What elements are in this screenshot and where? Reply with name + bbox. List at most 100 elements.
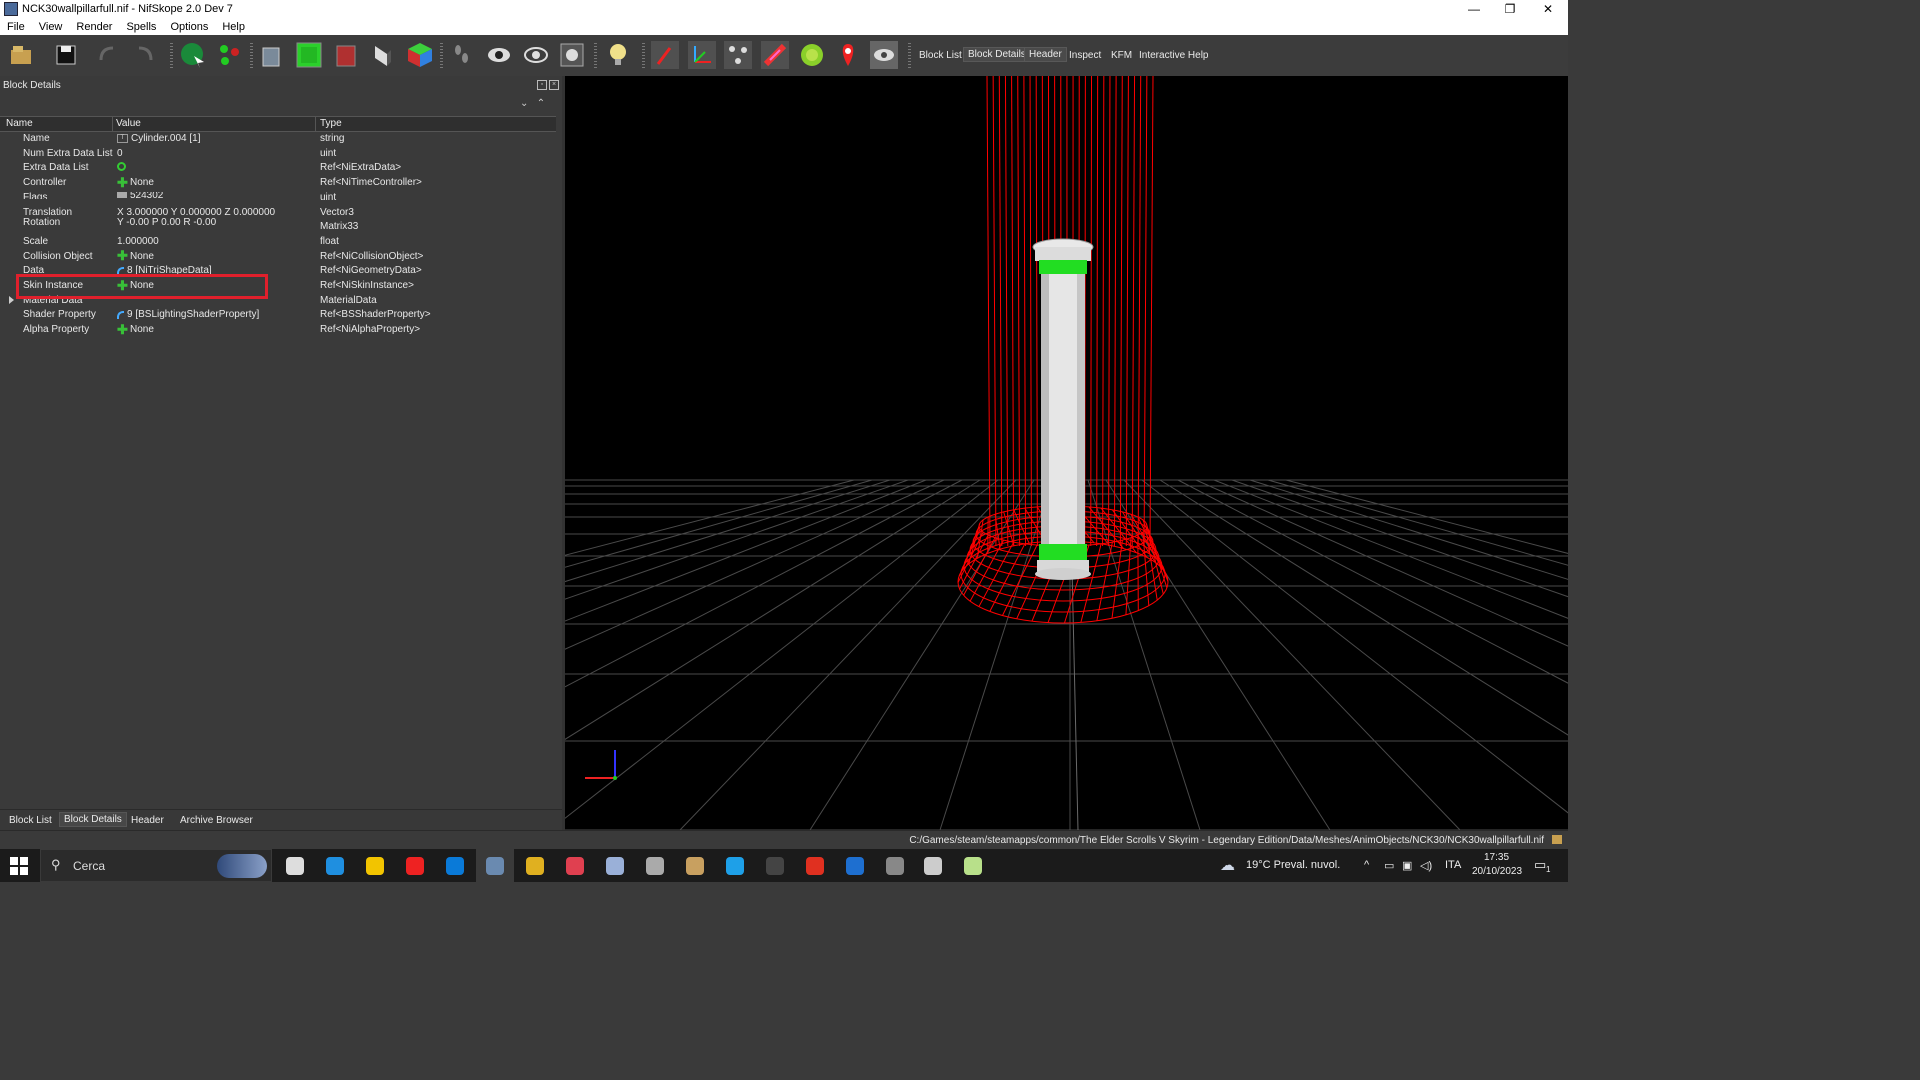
row-scale[interactable]: Scale 1.000000 float bbox=[0, 235, 556, 250]
close-button[interactable]: ✕ bbox=[1530, 0, 1566, 18]
minimize-button[interactable]: — bbox=[1456, 0, 1492, 18]
audio-icon[interactable] bbox=[922, 855, 944, 877]
menu-help[interactable]: Help bbox=[215, 21, 252, 33]
file-explorer-icon[interactable] bbox=[364, 855, 386, 877]
tab-block-details[interactable]: Block Details bbox=[963, 47, 1031, 62]
tab-block-list[interactable]: Block List bbox=[915, 49, 966, 62]
plus-icon[interactable]: ✚ bbox=[117, 249, 128, 262]
hide-icon[interactable] bbox=[868, 39, 900, 71]
render-viewport[interactable] bbox=[565, 76, 1568, 830]
bottom-tab-archive-browser[interactable]: Archive Browser bbox=[176, 814, 257, 827]
load-icon[interactable] bbox=[6, 39, 38, 71]
wireframe-cube-icon[interactable] bbox=[256, 39, 288, 71]
solid-cube-icon[interactable] bbox=[293, 39, 325, 71]
bottom-tab-block-details[interactable]: Block Details bbox=[59, 812, 127, 827]
close-panel-icon[interactable]: × bbox=[549, 80, 559, 90]
textured-cube-icon[interactable] bbox=[330, 39, 362, 71]
column-separator[interactable] bbox=[112, 117, 113, 131]
color-cube-icon[interactable] bbox=[404, 39, 436, 71]
tray-device-icon[interactable]: ▭ bbox=[1384, 859, 1394, 872]
screenshot-icon[interactable] bbox=[556, 39, 588, 71]
row-value[interactable]: X 3.000000 Y 0.000000 Z 0.000000 bbox=[117, 207, 275, 218]
tab-interactive-help[interactable]: Interactive Help bbox=[1135, 49, 1212, 62]
row-name[interactable]: Name T Cylinder.004 [1] string bbox=[0, 132, 556, 147]
column-value[interactable]: Value bbox=[116, 118, 141, 129]
menu-spells[interactable]: Spells bbox=[119, 21, 163, 33]
notification-icon[interactable]: ▭ bbox=[1534, 857, 1546, 873]
location-pin-icon[interactable] bbox=[832, 39, 864, 71]
pointer-icon[interactable] bbox=[649, 39, 681, 71]
select-vertex-icon[interactable] bbox=[214, 39, 246, 71]
link-icon[interactable] bbox=[117, 310, 124, 319]
clock-date[interactable]: 20/10/2023 bbox=[1472, 866, 1522, 877]
language-indicator[interactable]: ITA bbox=[1445, 859, 1461, 871]
maximize-button[interactable]: ❐ bbox=[1492, 0, 1528, 18]
settings-icon[interactable] bbox=[564, 855, 586, 877]
row-num-extra-data-list[interactable]: Num Extra Data List 0 uint bbox=[0, 147, 556, 162]
volume-icon[interactable]: ◁) bbox=[1420, 859, 1432, 872]
row-translation[interactable]: Translation X 3.000000 Y 0.000000 Z 0.00… bbox=[0, 206, 556, 221]
taskbar-search[interactable]: ⚲ Cerca bbox=[40, 849, 272, 882]
network-icon[interactable]: ▣ bbox=[1402, 859, 1412, 872]
row-rotation[interactable]: Rotation Y -0.00 P 0.00 R -0.00 Matrix33 bbox=[0, 217, 556, 235]
save-icon[interactable] bbox=[50, 39, 82, 71]
skype-icon[interactable] bbox=[724, 855, 746, 877]
bottom-tab-block-list[interactable]: Block List bbox=[5, 814, 56, 827]
clock-time[interactable]: 17:35 bbox=[1484, 852, 1509, 863]
paint-icon[interactable] bbox=[684, 855, 706, 877]
window-icon[interactable] bbox=[844, 855, 866, 877]
edge-icon[interactable] bbox=[324, 855, 346, 877]
tray-chevron-icon[interactable]: ^ bbox=[1364, 859, 1369, 871]
plus-icon[interactable]: ✚ bbox=[117, 323, 128, 336]
row-shader-property[interactable]: Shader Property 9 [BSLightingShaderPrope… bbox=[0, 308, 556, 323]
row-collision-object[interactable]: Collision Object ✚ None Ref<NiCollisionOb… bbox=[0, 249, 556, 265]
collapse-up-icon[interactable]: ⌃ bbox=[537, 98, 545, 109]
row-flags[interactable]: Flags 524302 uint bbox=[0, 191, 556, 206]
menu-view[interactable]: View bbox=[32, 21, 70, 33]
f-app-icon[interactable] bbox=[804, 855, 826, 877]
terminal-icon[interactable] bbox=[764, 855, 786, 877]
row-alpha-property[interactable]: Alpha Property ✚ None Ref<NiAlphaProperty… bbox=[0, 323, 556, 338]
column-type[interactable]: Type bbox=[320, 118, 342, 129]
refresh-icon[interactable] bbox=[117, 162, 126, 172]
image-app-icon[interactable] bbox=[962, 855, 984, 877]
eye-outline-icon[interactable] bbox=[520, 39, 552, 71]
arrow-icon[interactable] bbox=[884, 855, 906, 877]
bottom-tab-header[interactable]: Header bbox=[127, 814, 168, 827]
footprints-icon[interactable] bbox=[446, 39, 478, 71]
menu-file[interactable]: File bbox=[0, 21, 32, 33]
opera-icon[interactable] bbox=[404, 855, 426, 877]
tab-kfm[interactable]: KFM bbox=[1107, 49, 1136, 62]
row-extra-data-list[interactable]: Extra Data List Ref<NiExtraData> bbox=[0, 161, 556, 176]
search-input[interactable]: Cerca bbox=[73, 859, 105, 873]
tab-header[interactable]: Header bbox=[1024, 47, 1067, 62]
menu-render[interactable]: Render bbox=[69, 21, 119, 33]
windows-start-icon[interactable] bbox=[8, 855, 30, 877]
pen-icon[interactable] bbox=[604, 855, 626, 877]
paint-icon[interactable] bbox=[759, 39, 791, 71]
nifskope-icon[interactable] bbox=[476, 849, 514, 882]
store-icon[interactable] bbox=[444, 855, 466, 877]
undo-icon[interactable] bbox=[92, 39, 124, 71]
axes-icon[interactable] bbox=[686, 39, 718, 71]
menu-options[interactable]: Options bbox=[163, 21, 215, 33]
weather-text[interactable]: 19°C Preval. nuvol. bbox=[1246, 859, 1340, 871]
folder-icon[interactable] bbox=[1552, 835, 1562, 844]
globe-icon[interactable] bbox=[796, 39, 828, 71]
nodes-icon[interactable] bbox=[722, 39, 754, 71]
tab-inspect[interactable]: Inspect bbox=[1065, 49, 1105, 62]
archive-icon[interactable] bbox=[524, 855, 546, 877]
select-object-icon[interactable] bbox=[177, 39, 209, 71]
flip-normal-icon[interactable] bbox=[366, 39, 398, 71]
plus-icon[interactable]: ✚ bbox=[117, 176, 128, 189]
column-separator[interactable] bbox=[315, 117, 316, 131]
collapse-down-icon[interactable]: ⌄ bbox=[520, 98, 528, 109]
float-panel-icon[interactable]: ▫ bbox=[537, 80, 547, 90]
expand-arrow-icon[interactable] bbox=[9, 295, 14, 304]
eye-icon[interactable] bbox=[483, 39, 515, 71]
row-controller[interactable]: Controller ✚ None Ref<NiTimeController> bbox=[0, 176, 556, 191]
task-view-icon[interactable] bbox=[284, 855, 306, 877]
gimp-icon[interactable] bbox=[644, 855, 666, 877]
lightbulb-icon[interactable] bbox=[602, 39, 634, 71]
redo-icon[interactable] bbox=[128, 39, 160, 71]
